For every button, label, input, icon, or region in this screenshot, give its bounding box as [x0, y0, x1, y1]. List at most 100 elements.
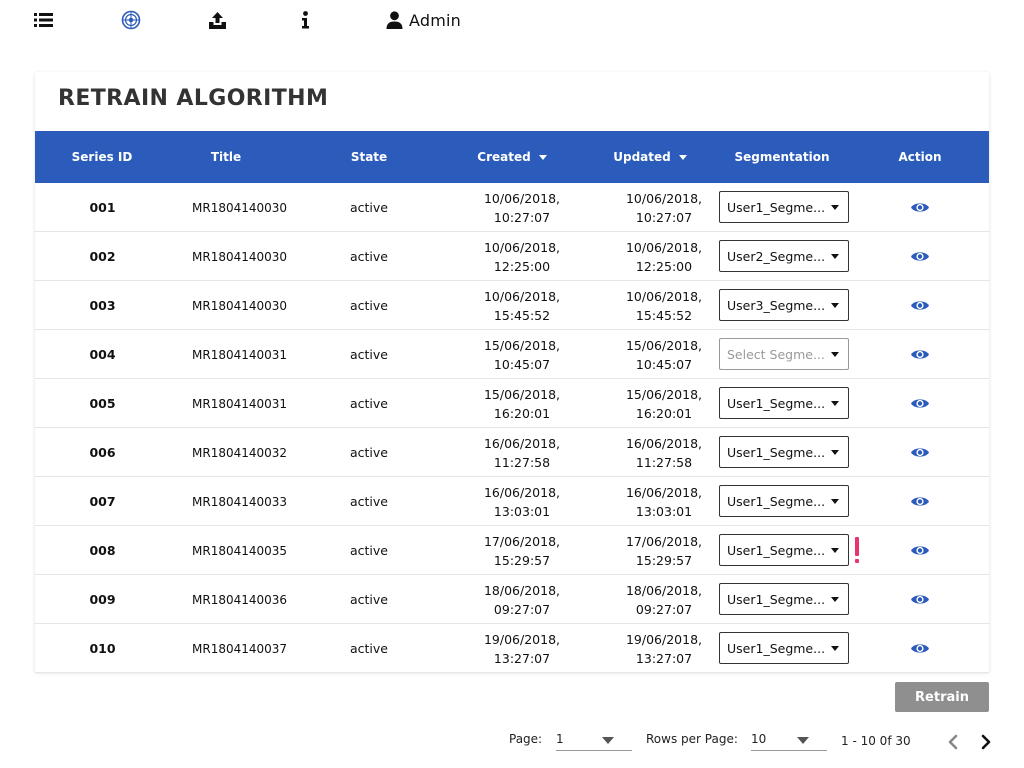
segmentation-select[interactable]: User1_Segme... [719, 534, 849, 566]
series-id-cell: 008 [89, 543, 116, 558]
series-id-cell: 002 [89, 249, 116, 264]
updated-cell: 17/06/2018, 15:29:57 [609, 526, 719, 575]
table-row: 001 MR1804140030 active 10/06/2018, 10:27:07… [35, 183, 989, 232]
series-id-cell: 009 [89, 592, 116, 607]
page-label: Page: [509, 732, 543, 746]
created-cell: 10/06/2018, 10:27:07 [467, 183, 577, 232]
series-id-cell: 006 [89, 445, 116, 460]
view-eye-icon[interactable] [910, 347, 930, 362]
column-header-label: Created [477, 150, 531, 164]
series-id-cell: 003 [89, 298, 116, 313]
updated-cell: 10/06/2018, 10:27:07 [609, 183, 719, 232]
state-cell: active [350, 200, 388, 215]
column-header-series-id[interactable]: Series ID [70, 131, 134, 183]
state-cell: active [350, 396, 388, 411]
segmentation-select[interactable]: User1_Segme... [719, 191, 849, 223]
title-cell: MR1804140032 [192, 445, 288, 460]
upload-icon[interactable] [208, 9, 227, 31]
page-title: RETRAIN ALGORITHM [58, 86, 329, 111]
created-cell: 16/06/2018, 11:27:58 [467, 428, 577, 477]
view-eye-icon[interactable] [910, 396, 930, 411]
series-id-cell: 010 [89, 641, 116, 656]
sort-down-icon [678, 154, 687, 160]
created-cell: 19/06/2018, 13:27:07 [467, 624, 577, 673]
caret-down-icon [831, 352, 839, 357]
column-header-created[interactable]: Created [467, 131, 557, 183]
updated-date: 19/06/2018, [625, 631, 703, 647]
title-cell: MR1804140033 [192, 494, 288, 509]
created-date: 18/06/2018, [483, 582, 561, 598]
retrain-card: RETRAIN ALGORITHM Series ID Title State … [35, 72, 989, 673]
view-eye-icon[interactable] [910, 543, 930, 558]
created-time: 12:25:00 [493, 258, 551, 274]
updated-cell: 16/06/2018, 13:03:01 [609, 477, 719, 526]
segmentation-select[interactable]: User1_Segme... [719, 436, 849, 468]
globe-icon[interactable] [121, 9, 141, 31]
updated-cell: 19/06/2018, 13:27:07 [609, 624, 719, 673]
chevron-left-icon [948, 734, 958, 750]
state-cell: active [350, 592, 388, 607]
previous-page-button[interactable] [946, 733, 960, 751]
page-select-value: 1 [556, 732, 564, 746]
created-cell: 15/06/2018, 16:20:01 [467, 379, 577, 428]
user-menu[interactable]: Admin [386, 9, 461, 31]
view-eye-icon[interactable] [910, 200, 930, 215]
updated-cell: 16/06/2018, 11:27:58 [609, 428, 719, 477]
created-time: 10:27:07 [493, 209, 551, 225]
updated-date: 10/06/2018, [625, 190, 703, 206]
column-header-title[interactable]: Title [195, 131, 257, 183]
created-cell: 18/06/2018, 09:27:07 [467, 575, 577, 624]
view-eye-icon[interactable] [910, 494, 930, 509]
updated-cell: 15/06/2018, 16:20:01 [609, 379, 719, 428]
segmentation-select[interactable]: User1_Segme... [719, 583, 849, 615]
column-header-updated[interactable]: Updated [605, 131, 695, 183]
created-date: 10/06/2018, [483, 288, 561, 304]
created-time: 11:27:58 [493, 454, 551, 470]
created-date: 17/06/2018, [483, 533, 561, 549]
segmentation-select[interactable]: Select Segme... [719, 338, 849, 370]
view-eye-icon[interactable] [910, 298, 930, 313]
page-select[interactable]: 1 [556, 729, 632, 751]
next-page-button[interactable] [979, 733, 993, 751]
top-toolbar: Admin [0, 0, 1024, 40]
updated-time: 09:27:07 [635, 601, 693, 617]
list-icon[interactable] [34, 9, 53, 31]
chevron-down-icon [797, 737, 809, 744]
title-cell: MR1804140031 [192, 347, 288, 362]
caret-down-icon [831, 401, 839, 406]
segmentation-select-value: User2_Segme... [727, 248, 826, 264]
table-row: 010 MR1804140037 active 19/06/2018, 13:27:07… [35, 624, 989, 673]
segmentation-select-value: User1_Segme... [727, 395, 826, 411]
column-header-state[interactable]: State [335, 131, 403, 183]
column-header-label: Series ID [71, 150, 133, 164]
updated-time: 10:45:07 [635, 356, 693, 372]
column-header-label: Title [210, 150, 242, 164]
rows-per-page-select[interactable]: 10 [751, 729, 827, 751]
created-time: 13:03:01 [493, 503, 551, 519]
series-id-cell: 001 [89, 200, 116, 215]
series-id-cell: 005 [89, 396, 116, 411]
created-time: 16:20:01 [493, 405, 551, 421]
chevron-right-icon [981, 734, 991, 750]
view-eye-icon[interactable] [910, 249, 930, 264]
created-cell: 10/06/2018, 12:25:00 [467, 232, 577, 281]
segmentation-select[interactable]: User1_Segme... [719, 485, 849, 517]
table-row: 005 MR1804140031 active 15/06/2018, 16:20:01… [35, 379, 989, 428]
chevron-down-icon [602, 737, 614, 744]
created-cell: 15/06/2018, 10:45:07 [467, 330, 577, 379]
view-eye-icon[interactable] [910, 641, 930, 656]
info-icon[interactable] [301, 9, 310, 31]
pagination-range: 1 - 10 0f 30 [841, 734, 911, 748]
segmentation-select[interactable]: User2_Segme... [719, 240, 849, 272]
created-time: 15:29:57 [493, 552, 551, 568]
retrain-button[interactable]: Retrain [895, 682, 989, 712]
segmentation-select-value: User1_Segme... [727, 493, 826, 509]
user-name-label: Admin [409, 10, 461, 30]
segmentation-select[interactable]: User1_Segme... [719, 632, 849, 664]
column-header-label: Action [898, 150, 942, 164]
view-eye-icon[interactable] [910, 592, 930, 607]
view-eye-icon[interactable] [910, 445, 930, 460]
segmentation-select[interactable]: User3_Segme... [719, 289, 849, 321]
table-row: 008 MR1804140035 active 17/06/2018, 15:29:57… [35, 526, 989, 575]
segmentation-select[interactable]: User1_Segme... [719, 387, 849, 419]
